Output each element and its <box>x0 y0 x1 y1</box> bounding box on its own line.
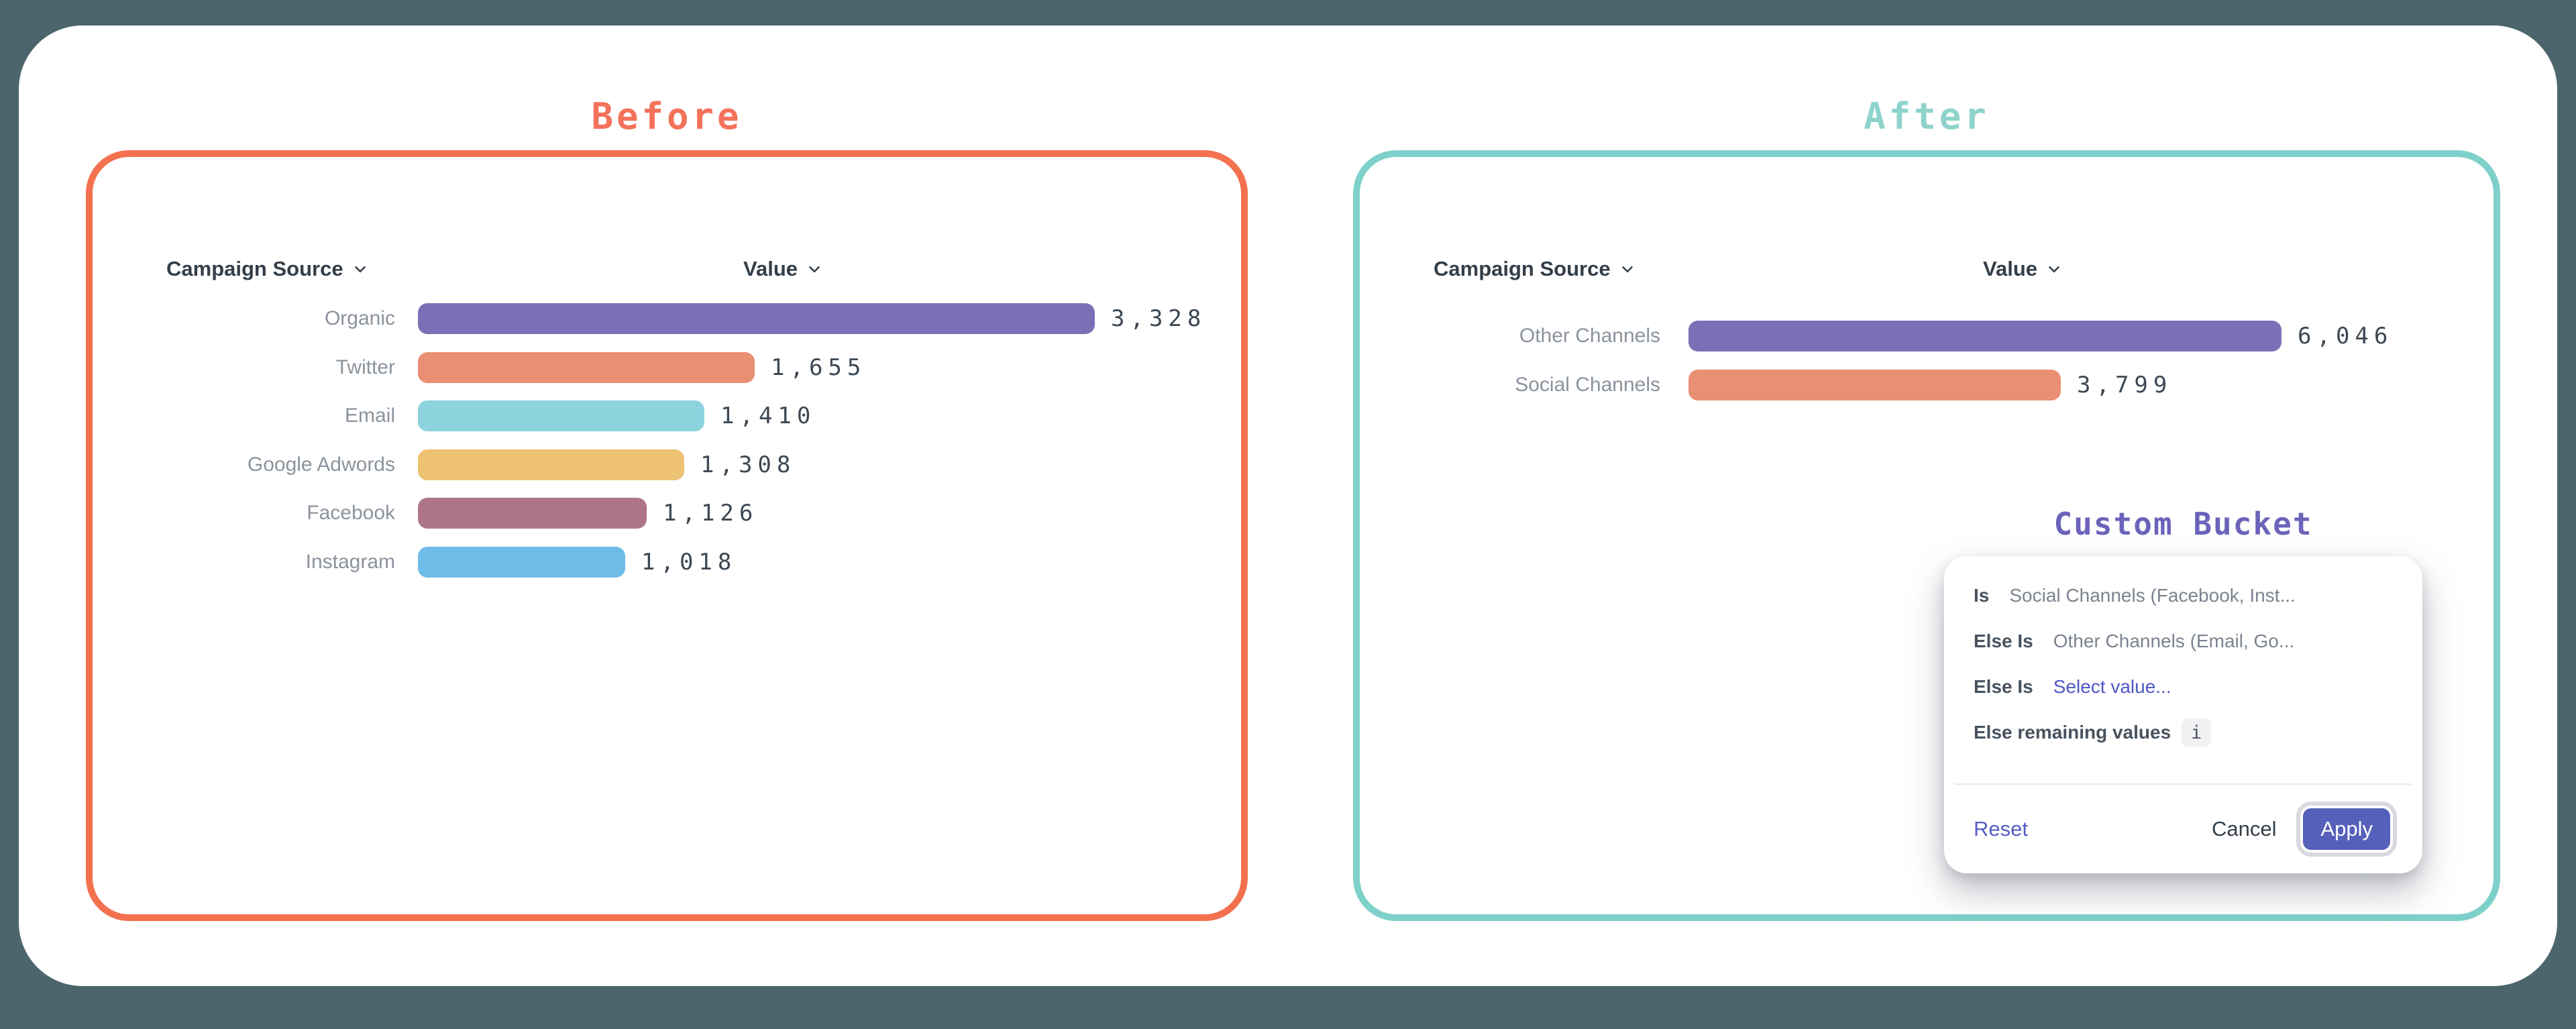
popup-footer: Reset Cancel Apply <box>1974 785 2396 873</box>
bar[interactable] <box>418 498 647 529</box>
table-row: Social Channels 3,799 <box>1353 361 2500 410</box>
condition-keyword: Else Is <box>1974 676 2033 698</box>
bucket-condition-row: Else Is Select value... <box>1974 664 2402 710</box>
table-row: Other Channels 6,046 <box>1353 312 2500 361</box>
value-label: 1,308 <box>700 451 796 478</box>
bar[interactable] <box>1688 321 2282 351</box>
category-label: Social Channels <box>1353 374 1660 396</box>
category-label: Instagram <box>86 551 395 574</box>
bucket-condition-row: Is Social Channels (Facebook, Inst... <box>1974 573 2402 618</box>
before-bar-table: Organic 3,328 Twitter 1,655 Email 1,410 … <box>86 294 1248 586</box>
category-label: Email <box>86 404 395 427</box>
condition-keyword: Else remaining values <box>1974 722 2171 743</box>
chevron-down-icon <box>352 260 369 278</box>
category-label: Organic <box>86 307 395 330</box>
bar[interactable] <box>418 547 625 578</box>
condition-value[interactable]: Other Channels (Email, Go... <box>2053 631 2294 652</box>
table-row: Email 1,410 <box>86 392 1248 441</box>
bucket-condition-row: Else remaining values i <box>1974 710 2402 755</box>
bar[interactable] <box>418 400 704 431</box>
bar[interactable] <box>418 449 684 480</box>
after-campaign-source-header[interactable]: Campaign Source <box>1434 254 1636 284</box>
condition-keyword: Else Is <box>1974 631 2033 652</box>
value-label: 1,126 <box>663 500 758 527</box>
value-label: 1,655 <box>771 354 866 381</box>
condition-value[interactable]: Select value... <box>2053 676 2171 698</box>
condition-keyword: Is <box>1974 585 1989 606</box>
value-label: 1,018 <box>641 549 737 576</box>
condition-value[interactable]: Social Channels (Facebook, Inst... <box>2009 585 2295 606</box>
cancel-button[interactable]: Cancel <box>2212 817 2277 841</box>
before-title: Before <box>86 95 1248 138</box>
category-label: Other Channels <box>1353 325 1660 347</box>
value-label: 1,410 <box>720 402 816 429</box>
before-value-header[interactable]: Value <box>743 254 823 284</box>
value-label: 3,799 <box>2077 372 2172 398</box>
bar[interactable] <box>1688 370 2061 400</box>
canvas-card: Before After Campaign Source Value Campa… <box>19 25 2557 986</box>
column-header-label: Campaign Source <box>1434 257 1611 281</box>
bar[interactable] <box>418 303 1095 334</box>
table-row: Twitter 1,655 <box>86 343 1248 392</box>
category-label: Twitter <box>86 356 395 379</box>
column-header-label: Campaign Source <box>166 257 343 281</box>
value-label: 3,328 <box>1111 305 1206 332</box>
apply-button[interactable]: Apply <box>2303 808 2390 850</box>
bucket-conditions: Is Social Channels (Facebook, Inst... El… <box>1974 573 2402 755</box>
custom-bucket-popup: Is Social Channels (Facebook, Inst... El… <box>1944 556 2422 873</box>
bar[interactable] <box>418 352 755 383</box>
table-row: Google Adwords 1,308 <box>86 441 1248 490</box>
column-header-label: Value <box>743 257 798 281</box>
info-icon[interactable]: i <box>2182 718 2211 747</box>
after-title: After <box>1353 95 2500 138</box>
bucket-condition-row: Else Is Other Channels (Email, Go... <box>1974 618 2402 664</box>
table-row: Organic 3,328 <box>86 294 1248 343</box>
column-header-label: Value <box>1983 257 2037 281</box>
value-label: 6,046 <box>2298 323 2393 349</box>
chevron-down-icon <box>2045 260 2063 278</box>
category-label: Facebook <box>86 502 395 525</box>
after-bar-table: Other Channels 6,046 Social Channels 3,7… <box>1353 312 2500 409</box>
category-label: Google Adwords <box>86 453 395 476</box>
before-after-comparison: Before After Campaign Source Value Campa… <box>0 0 2576 1029</box>
table-row: Facebook 1,126 <box>86 489 1248 538</box>
chevron-down-icon <box>806 260 823 278</box>
before-campaign-source-header[interactable]: Campaign Source <box>166 254 369 284</box>
custom-bucket-title: Custom Bucket <box>1944 506 2422 542</box>
reset-button[interactable]: Reset <box>1974 817 2028 841</box>
after-value-header[interactable]: Value <box>1983 254 2063 284</box>
table-row: Instagram 1,018 <box>86 538 1248 587</box>
chevron-down-icon <box>1619 260 1636 278</box>
